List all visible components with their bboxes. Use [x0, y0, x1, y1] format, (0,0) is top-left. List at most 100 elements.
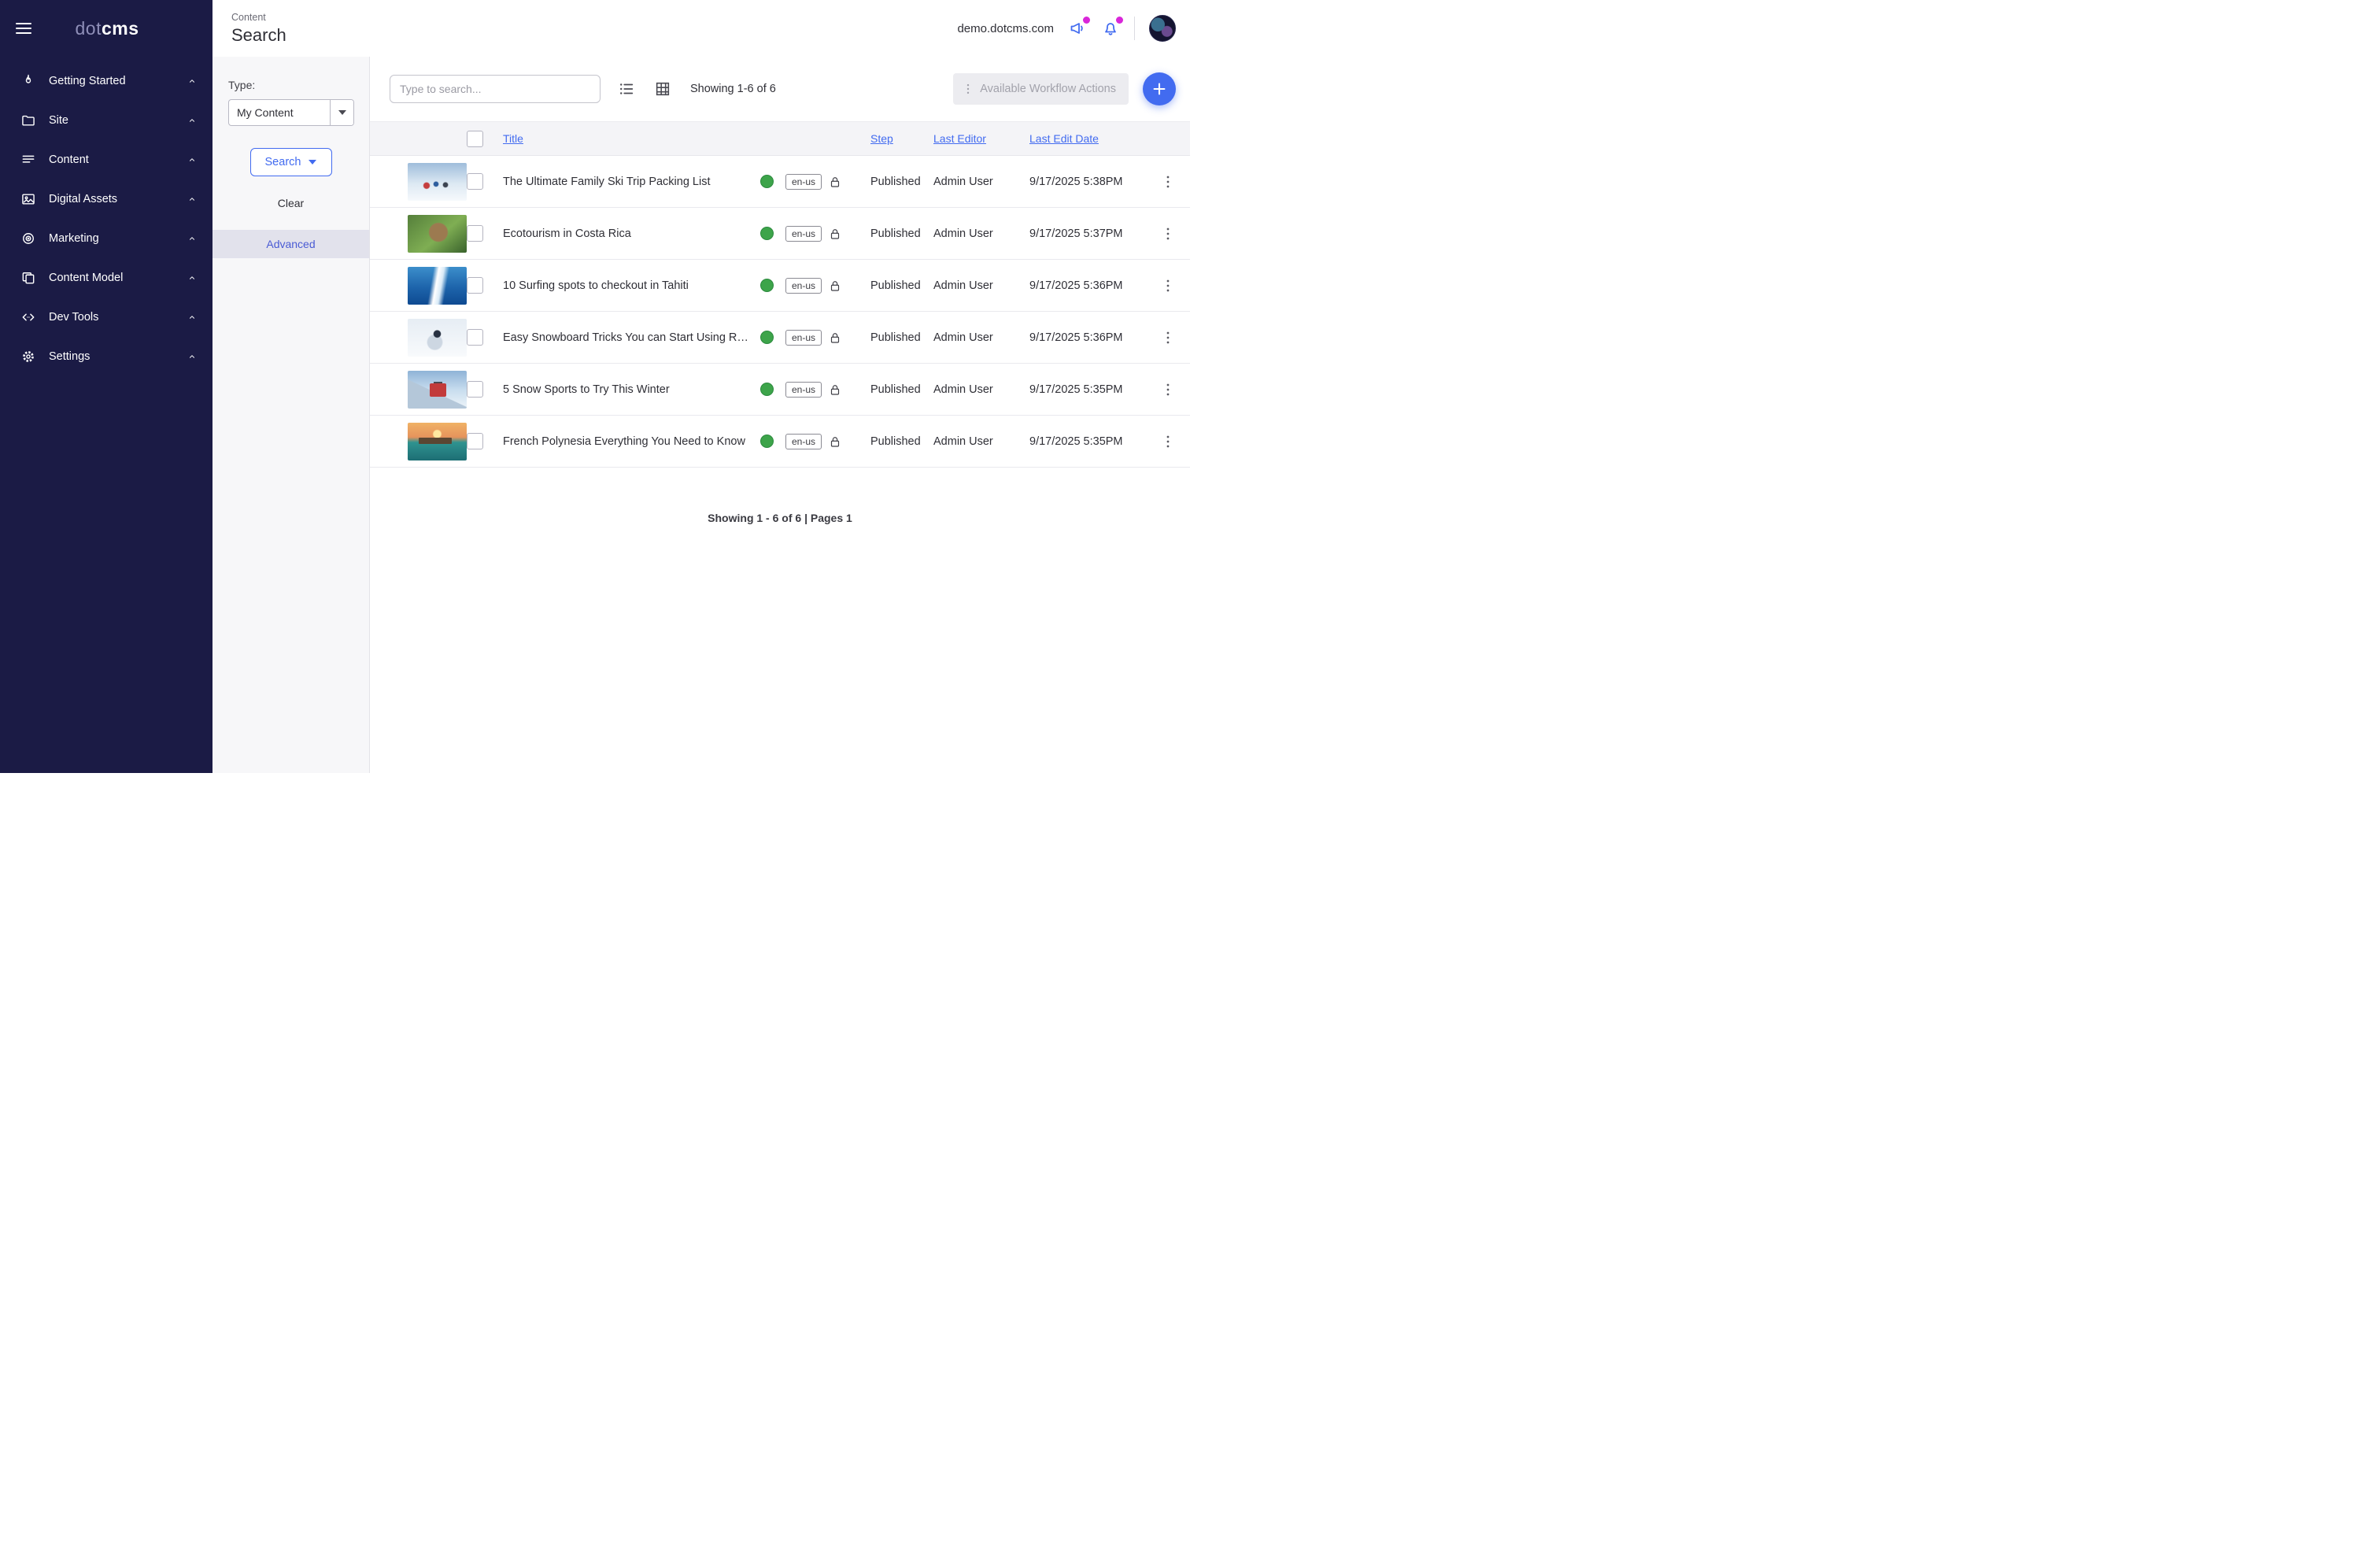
main-sidebar: dotcms Getting Started Site Content Digi… — [0, 0, 213, 773]
select-caret-button[interactable] — [330, 100, 353, 125]
row-thumbnail[interactable] — [408, 423, 467, 460]
sidebar-item-label: Site — [49, 114, 187, 127]
search-button[interactable]: Search — [250, 148, 332, 176]
published-status-dot — [760, 175, 774, 188]
column-header-step[interactable]: Step — [870, 132, 893, 145]
list-view-icon[interactable] — [618, 80, 635, 98]
row-title[interactable]: The Ultimate Family Ski Trip Packing Lis… — [495, 176, 760, 188]
content-results-area: Showing 1-6 of 6 Available Workflow Acti… — [370, 57, 1190, 773]
sidebar-item-content-model[interactable]: Content Model — [0, 258, 213, 298]
row-title[interactable]: Easy Snowboard Tricks You can Start Usin… — [495, 331, 760, 344]
table-row[interactable]: French Polynesia Everything You Need to … — [370, 416, 1190, 468]
row-last-editor: Admin User — [933, 383, 1029, 396]
published-status-dot — [760, 227, 774, 240]
sidebar-item-digital-assets[interactable]: Digital Assets — [0, 179, 213, 219]
row-title[interactable]: French Polynesia Everything You Need to … — [495, 435, 760, 448]
row-last-edit-date: 9/17/2025 5:37PM — [1029, 227, 1146, 240]
add-content-button[interactable] — [1143, 72, 1176, 105]
site-domain: demo.dotcms.com — [957, 22, 1054, 35]
sidebar-item-marketing[interactable]: Marketing — [0, 219, 213, 258]
row-thumbnail[interactable] — [408, 371, 467, 409]
row-title[interactable]: 10 Surfing spots to checkout in Tahiti — [495, 279, 760, 292]
kebab-icon — [961, 82, 975, 96]
row-checkbox[interactable] — [467, 173, 483, 190]
row-title[interactable]: Ecotourism in Costa Rica — [495, 227, 760, 240]
column-header-last-edit-date[interactable]: Last Edit Date — [1029, 132, 1099, 145]
row-menu-icon[interactable] — [1159, 329, 1177, 346]
bell-icon[interactable] — [1101, 19, 1120, 38]
sidebar-item-content[interactable]: Content — [0, 140, 213, 179]
table-row[interactable]: Easy Snowboard Tricks You can Start Usin… — [370, 312, 1190, 364]
row-thumbnail[interactable] — [408, 163, 467, 201]
search-input[interactable] — [390, 75, 601, 103]
clear-button[interactable]: Clear — [213, 197, 369, 209]
sidebar-nav: Getting Started Site Content Digital Ass… — [0, 57, 213, 376]
column-header-last-editor[interactable]: Last Editor — [933, 132, 986, 145]
row-checkbox[interactable] — [467, 277, 483, 294]
lock-icon — [828, 227, 870, 241]
menu-toggle-icon[interactable] — [16, 23, 31, 34]
language-badge: en-us — [785, 174, 822, 190]
advanced-link[interactable]: Advanced — [213, 230, 369, 258]
search-button-label: Search — [265, 156, 301, 168]
row-last-edit-date: 9/17/2025 5:36PM — [1029, 331, 1146, 344]
row-menu-icon[interactable] — [1159, 173, 1177, 190]
workflow-actions-label: Available Workflow Actions — [980, 83, 1116, 95]
table-row[interactable]: The Ultimate Family Ski Trip Packing Lis… — [370, 156, 1190, 208]
sidebar-item-label: Digital Assets — [49, 193, 187, 205]
search-filter-panel: Type: My Content Search Clear Advanced — [213, 57, 370, 773]
row-thumbnail[interactable] — [408, 215, 467, 253]
flame-icon — [20, 73, 36, 89]
sidebar-item-settings[interactable]: Settings — [0, 337, 213, 376]
sidebar-item-dev-tools[interactable]: Dev Tools — [0, 298, 213, 337]
notification-badge — [1083, 17, 1090, 24]
lock-icon — [828, 279, 870, 293]
row-menu-icon[interactable] — [1159, 433, 1177, 450]
row-checkbox[interactable] — [467, 329, 483, 346]
lock-icon — [828, 331, 870, 345]
top-bar: Content Search demo.dotcms.com — [213, 0, 1190, 57]
row-title[interactable]: 5 Snow Sports to Try This Winter — [495, 383, 760, 396]
row-checkbox[interactable] — [467, 225, 483, 242]
workflow-actions-button[interactable]: Available Workflow Actions — [953, 73, 1129, 105]
row-step: Published — [870, 383, 933, 396]
column-header-title[interactable]: Title — [503, 132, 523, 145]
announcements-icon[interactable] — [1068, 19, 1087, 38]
table-header-row: Title Step Last Editor Last Edit Date — [370, 121, 1190, 156]
table-row[interactable]: 10 Surfing spots to checkout in Tahiti e… — [370, 260, 1190, 312]
row-thumbnail[interactable] — [408, 319, 467, 357]
select-all-checkbox[interactable] — [467, 131, 483, 147]
language-badge: en-us — [785, 382, 822, 398]
sidebar-item-getting-started[interactable]: Getting Started — [0, 61, 213, 101]
row-checkbox[interactable] — [467, 381, 483, 398]
chevron-up-icon — [187, 155, 197, 165]
content-type-value: My Content — [229, 100, 330, 125]
list-lines-icon — [20, 152, 36, 168]
language-badge: en-us — [785, 434, 822, 449]
language-badge: en-us — [785, 278, 822, 294]
pagination-summary: Showing 1 - 6 of 6 | Pages 1 — [370, 512, 1190, 524]
content-type-select[interactable]: My Content — [228, 99, 354, 126]
sidebar-item-label: Settings — [49, 350, 187, 363]
sidebar-item-site[interactable]: Site — [0, 101, 213, 140]
results-toolbar: Showing 1-6 of 6 Available Workflow Acti… — [370, 57, 1190, 121]
pages-icon — [20, 270, 36, 286]
row-menu-icon[interactable] — [1159, 277, 1177, 294]
table-row[interactable]: 5 Snow Sports to Try This Winter en-us P… — [370, 364, 1190, 416]
chevron-up-icon — [187, 273, 197, 283]
breadcrumb[interactable]: Content — [231, 12, 286, 23]
row-thumbnail[interactable] — [408, 267, 467, 305]
table-row[interactable]: Ecotourism in Costa Rica en-us Published… — [370, 208, 1190, 260]
chevron-up-icon — [187, 313, 197, 322]
sidebar-item-label: Dev Tools — [49, 311, 187, 324]
row-checkbox[interactable] — [467, 433, 483, 449]
row-menu-icon[interactable] — [1159, 381, 1177, 398]
published-status-dot — [760, 331, 774, 344]
caret-down-icon — [338, 110, 346, 115]
user-avatar[interactable] — [1149, 15, 1176, 42]
row-menu-icon[interactable] — [1159, 225, 1177, 242]
row-last-edit-date: 9/17/2025 5:36PM — [1029, 279, 1146, 292]
row-step: Published — [870, 435, 933, 448]
grid-view-icon[interactable] — [654, 80, 671, 98]
published-status-dot — [760, 435, 774, 448]
